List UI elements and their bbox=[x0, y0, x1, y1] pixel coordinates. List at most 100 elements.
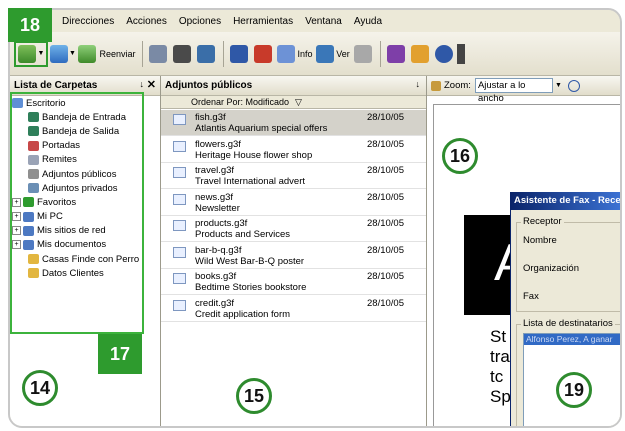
new-fax-icon bbox=[17, 44, 36, 63]
toolbar-separator bbox=[142, 40, 143, 67]
file-row[interactable]: bar-b-q.g3f 28/10/05 Wild West Bar-B-Q pos… bbox=[161, 243, 426, 269]
menu-ventana[interactable]: Ventana bbox=[305, 16, 342, 27]
view-label: Ver bbox=[336, 48, 350, 59]
file-description: Travel International advert bbox=[195, 176, 306, 187]
receptor-label: Receptor bbox=[521, 216, 564, 227]
recipient-item[interactable]: Alfonso Perez, A ganar bbox=[524, 334, 620, 345]
nombre-label: Nombre bbox=[523, 235, 557, 246]
pin-icon[interactable]: ↓ bbox=[416, 79, 421, 89]
toolbar-separator bbox=[380, 40, 381, 67]
help-icon bbox=[435, 44, 453, 63]
file-date: 28/10/05 bbox=[367, 271, 404, 282]
callout-15: 15 bbox=[236, 378, 272, 414]
file-name: flowers.g3f bbox=[195, 138, 241, 150]
file-description: Atlantis Aquarium special offers bbox=[195, 123, 328, 134]
menu-acciones[interactable]: Acciones bbox=[126, 16, 167, 27]
info-label: Info bbox=[297, 48, 313, 59]
receptor-group: Receptor Nombre J Organización lo Fax 5 bbox=[516, 216, 622, 312]
preview-panel: Zoom: Ajustar a lo ancho ▼ A St tra tc S… bbox=[427, 76, 620, 426]
address-book-button[interactable] bbox=[385, 41, 407, 67]
document-text: tra bbox=[490, 347, 510, 366]
file-row[interactable]: news.g3f 28/10/05 Newsletter bbox=[161, 190, 426, 216]
fax-file-icon bbox=[173, 273, 186, 284]
zoom-toolbar: Zoom: Ajustar a lo ancho ▼ bbox=[427, 76, 620, 104]
info-icon bbox=[277, 44, 296, 63]
file-row[interactable]: fish.g3f 28/10/05 Atlantis Aquarium specia… bbox=[161, 110, 426, 136]
sort-header[interactable]: Ordenar Por: Modificado ▽ bbox=[161, 96, 426, 109]
toolbar-separator bbox=[223, 40, 224, 67]
file-description: Wild West Bar-B-Q poster bbox=[195, 255, 305, 267]
save-icon bbox=[230, 44, 248, 63]
callout-16: 16 bbox=[442, 138, 478, 174]
book-button[interactable] bbox=[171, 41, 193, 67]
sort-arrow-icon: ▽ bbox=[295, 96, 302, 107]
attachments-header: Adjuntos públicos ↓ bbox=[161, 76, 426, 96]
nombre-input[interactable]: J bbox=[621, 233, 622, 249]
file-row[interactable]: books.g3f 28/10/05 Bedtime Stories booksto… bbox=[161, 269, 426, 295]
book-open-button[interactable] bbox=[195, 41, 217, 67]
document-text: Sp bbox=[490, 387, 511, 406]
fax-file-icon bbox=[173, 140, 186, 152]
file-name: fish.g3f bbox=[195, 112, 226, 123]
file-description: Heritage House flower shop bbox=[195, 149, 313, 161]
info-button[interactable]: Info bbox=[276, 41, 314, 67]
document-button[interactable] bbox=[147, 41, 169, 67]
zoom-in-icon[interactable] bbox=[567, 79, 580, 92]
callout-19: 19 bbox=[556, 372, 592, 408]
reply-icon bbox=[50, 44, 69, 63]
book-open-icon bbox=[197, 44, 215, 63]
file-description: Bedtime Stories bookstore bbox=[195, 282, 307, 293]
file-name: books.g3f bbox=[195, 271, 237, 282]
annotate-button[interactable] bbox=[409, 41, 431, 67]
file-row[interactable]: credit.g3f 28/10/05 Credit application for… bbox=[161, 296, 426, 322]
folder-highlight-outline bbox=[10, 92, 144, 334]
fax-label: Fax bbox=[523, 291, 539, 302]
fax-number-input[interactable]: 5 bbox=[621, 289, 622, 305]
delete-icon bbox=[254, 44, 272, 63]
zoom-dropdown-icon[interactable]: ▼ bbox=[555, 82, 562, 89]
fax-file-icon bbox=[173, 299, 186, 311]
organizacion-input[interactable]: lo bbox=[621, 261, 622, 277]
menu-bar: Direcciones Acciones Opciones Herramient… bbox=[10, 10, 620, 32]
file-date: 28/10/05 bbox=[367, 138, 404, 150]
forward-icon bbox=[78, 44, 97, 63]
callout-17: 17 bbox=[98, 334, 142, 374]
pin-icon[interactable]: ↓ bbox=[140, 79, 145, 89]
file-description: Credit application form bbox=[195, 308, 291, 320]
fax-file-icon bbox=[173, 114, 186, 125]
file-description: Products and Services bbox=[195, 229, 291, 240]
delete-button[interactable] bbox=[252, 41, 274, 67]
fax-file-icon bbox=[173, 167, 186, 178]
forward-label: Reenviar bbox=[99, 48, 136, 59]
reply-button[interactable]: ▼ bbox=[50, 41, 76, 67]
view-button[interactable]: Ver bbox=[316, 41, 350, 67]
file-name: news.g3f bbox=[195, 191, 234, 203]
file-description: Newsletter bbox=[195, 202, 240, 214]
forward-button[interactable]: Reenviar bbox=[78, 41, 136, 67]
zoom-icon bbox=[431, 80, 441, 91]
fax-file-icon bbox=[173, 193, 186, 205]
menu-herramientas[interactable]: Herramientas bbox=[233, 16, 293, 27]
file-name: travel.g3f bbox=[195, 165, 235, 176]
fax-file-icon bbox=[173, 246, 186, 258]
book-icon bbox=[173, 44, 191, 63]
attachments-panel: Adjuntos públicos ↓ Ordenar Por: Modific… bbox=[161, 76, 427, 426]
menu-direcciones[interactable]: Direcciones bbox=[62, 16, 114, 27]
file-date: 28/10/05 bbox=[367, 112, 404, 123]
menu-opciones[interactable]: Opciones bbox=[179, 16, 221, 27]
new-fax-button[interactable]: ▼ bbox=[14, 40, 48, 67]
close-icon[interactable]: ✕ bbox=[147, 78, 156, 91]
print-icon bbox=[354, 44, 372, 63]
menu-ayuda[interactable]: Ayuda bbox=[354, 16, 382, 27]
recipients-label: Lista de destinatarios bbox=[521, 318, 615, 329]
file-row[interactable]: products.g3f 28/10/05 Products and Service… bbox=[161, 216, 426, 242]
file-row[interactable]: flowers.g3f 28/10/05 Heritage House flower… bbox=[161, 137, 426, 163]
document-text: tc bbox=[490, 367, 504, 386]
file-date: 28/10/05 bbox=[367, 297, 404, 309]
zoom-select[interactable]: Ajustar a lo ancho bbox=[474, 78, 553, 104]
file-row[interactable]: travel.g3f 28/10/05 Travel International a… bbox=[161, 163, 426, 189]
save-button[interactable] bbox=[228, 41, 250, 67]
help-button[interactable] bbox=[433, 41, 455, 67]
toolbar-overflow-button[interactable] bbox=[457, 43, 465, 64]
print-button[interactable] bbox=[352, 41, 374, 67]
